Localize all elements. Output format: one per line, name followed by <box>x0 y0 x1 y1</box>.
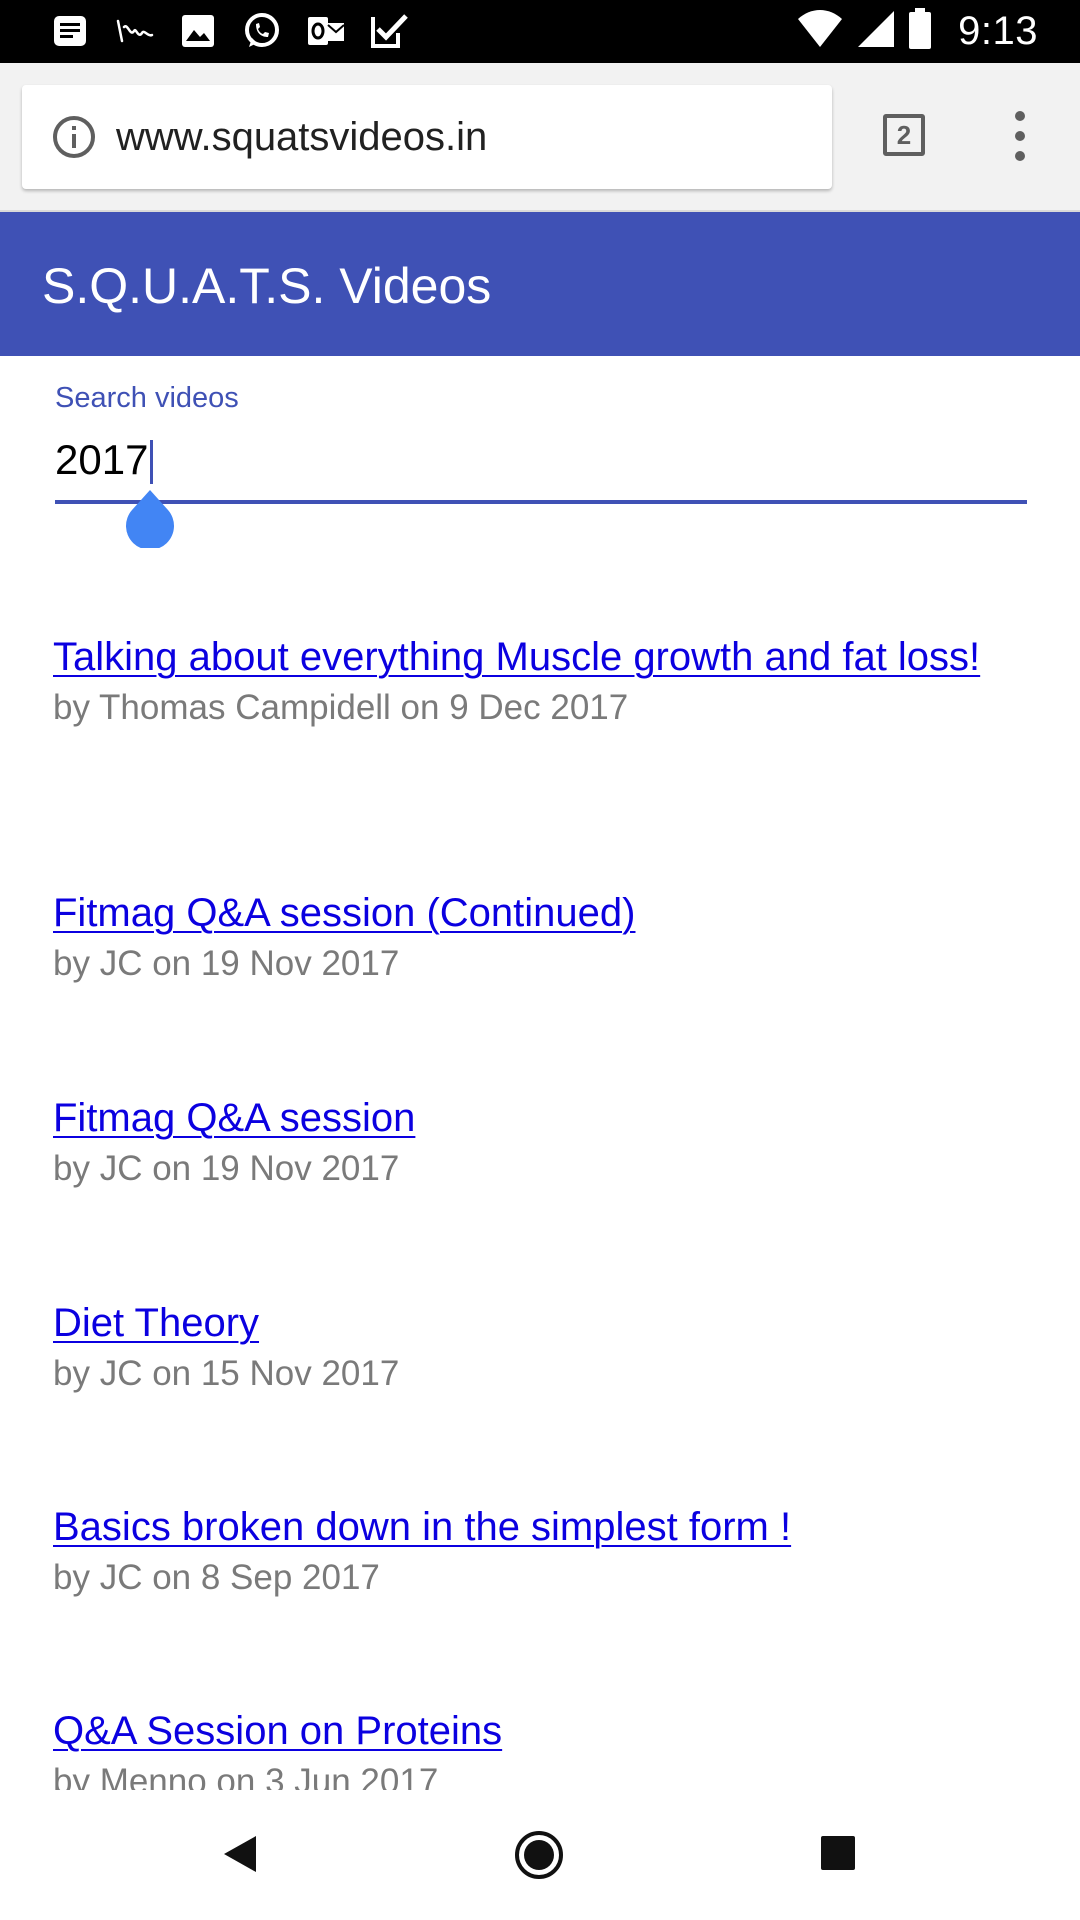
recents-icon[interactable] <box>821 1836 855 1870</box>
signature-app-icon <box>114 11 154 51</box>
list-item: Basics broken down in the simplest form … <box>53 1502 1033 1600</box>
text-caret <box>150 440 154 484</box>
address-bar[interactable]: www.squatsvideos.in <box>22 85 832 189</box>
cursor-handle-icon[interactable] <box>123 488 177 550</box>
back-icon[interactable] <box>222 1834 258 1879</box>
list-item: Q&A Session on Proteins by Menno on 3 Ju… <box>53 1706 1033 1790</box>
tab-switcher-button[interactable]: 2 <box>883 114 925 156</box>
video-meta: by Thomas Campidell on 9 Dec 2017 <box>53 688 629 727</box>
list-item: Fitmag Q&A session (Continued) by JC on … <box>53 888 1033 986</box>
wifi-icon <box>796 9 844 54</box>
video-meta: by JC on 19 Nov 2017 <box>53 944 400 983</box>
video-link[interactable]: Q&A Session on Proteins <box>53 1706 1033 1756</box>
outlook-icon <box>306 11 346 51</box>
more-vert-icon[interactable] <box>1000 108 1040 164</box>
info-icon[interactable] <box>52 115 96 159</box>
video-meta: by Menno on 3 Jun 2017 <box>53 1762 439 1790</box>
search-underline <box>55 500 1027 504</box>
page-title: S.Q.U.A.T.S. Videos <box>42 258 492 314</box>
notification-icon <box>50 11 90 51</box>
search-input[interactable]: 2017 <box>55 434 148 486</box>
video-link[interactable]: Fitmag Q&A session <box>53 1093 1033 1143</box>
video-link[interactable]: Talking about everything Muscle growth a… <box>53 632 1033 682</box>
video-link[interactable]: Diet Theory <box>53 1298 1033 1348</box>
notification-icons <box>50 10 410 52</box>
tasks-check-icon <box>370 11 410 51</box>
status-bar: 9:13 <box>0 0 1080 63</box>
browser-toolbar: www.squatsvideos.in 2 <box>0 63 1080 212</box>
list-item: Fitmag Q&A session by JC on 19 Nov 2017 <box>53 1093 1033 1191</box>
list-item: Diet Theory by JC on 15 Nov 2017 <box>53 1298 1033 1396</box>
url-text[interactable]: www.squatsvideos.in <box>116 113 487 161</box>
video-link[interactable]: Fitmag Q&A session (Continued) <box>53 888 1033 938</box>
search-label: Search videos <box>55 382 239 414</box>
home-icon[interactable] <box>514 1830 564 1885</box>
video-results-list: Talking about everything Muscle growth a… <box>0 600 1080 1790</box>
whatsapp-icon <box>242 11 282 51</box>
video-meta: by JC on 19 Nov 2017 <box>53 1149 400 1188</box>
video-link[interactable]: Basics broken down in the simplest form … <box>53 1502 1033 1552</box>
clock: 9:13 <box>958 8 1038 53</box>
list-item: Talking about everything Muscle growth a… <box>53 632 1033 730</box>
image-icon <box>178 11 218 51</box>
video-meta: by JC on 8 Sep 2017 <box>53 1558 380 1597</box>
navigation-bar <box>0 1790 1080 1920</box>
video-meta: by JC on 15 Nov 2017 <box>53 1354 400 1393</box>
cellular-signal-icon <box>856 9 896 54</box>
battery-icon <box>908 7 932 55</box>
system-icons: 9:13 <box>796 7 1038 55</box>
app-header: S.Q.U.A.T.S. Videos <box>0 212 1080 356</box>
